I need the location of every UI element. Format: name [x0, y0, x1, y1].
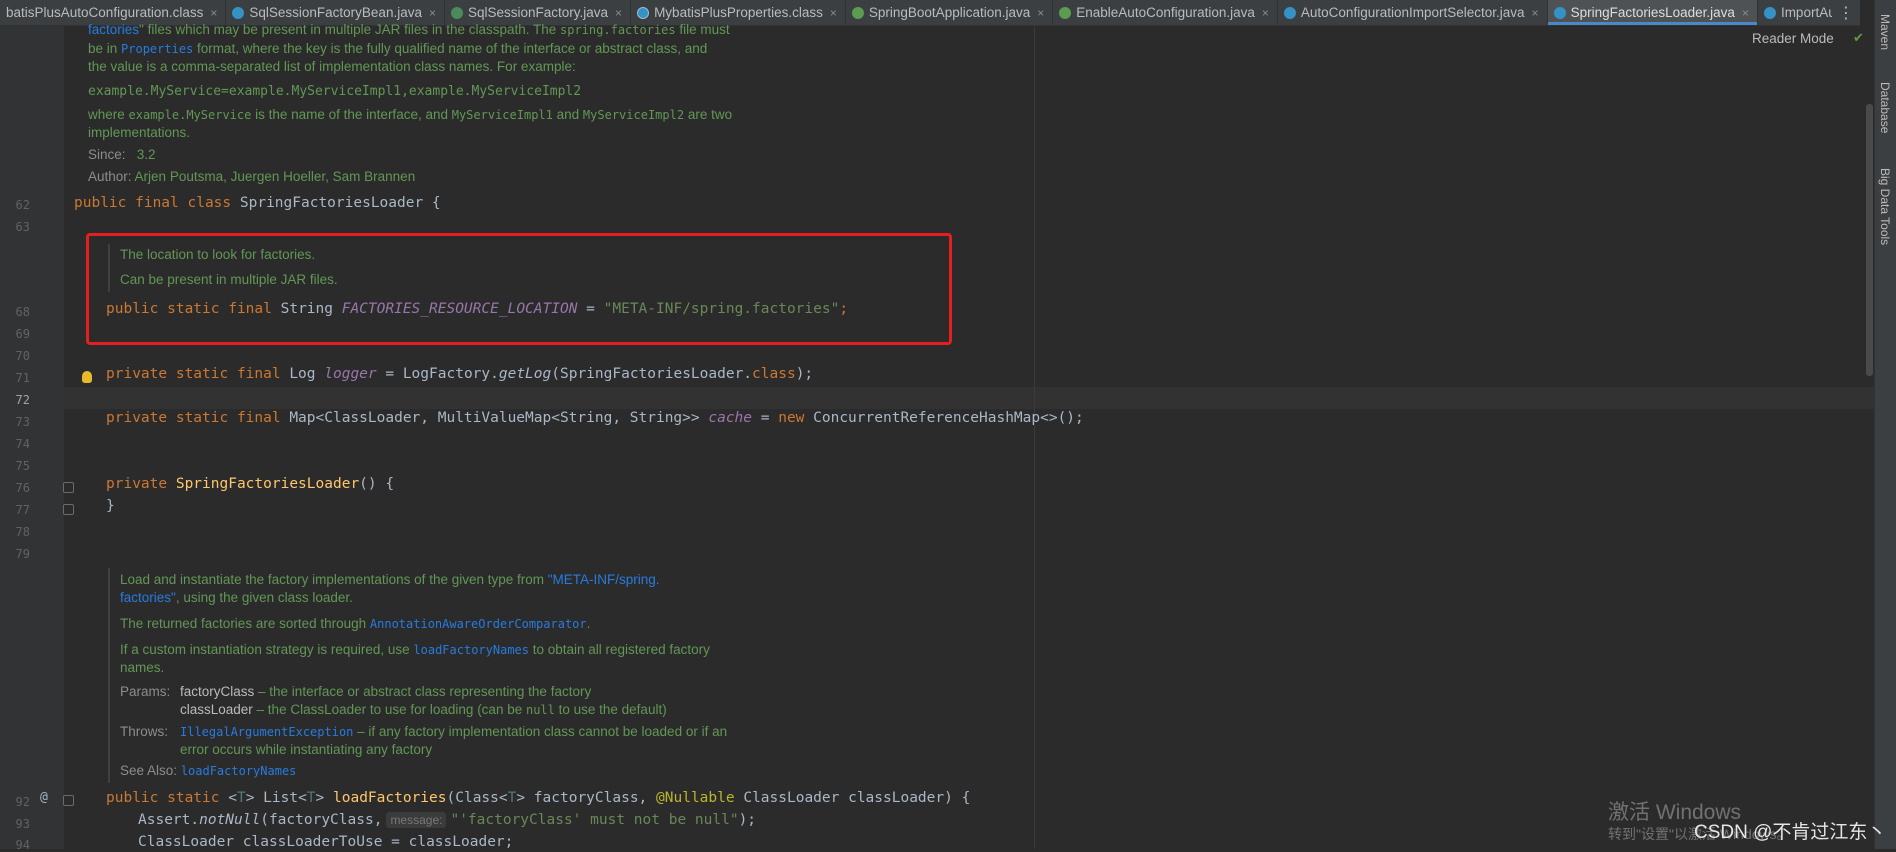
tab-spring-boot-application[interactable]: SpringBootApplication.java × — [846, 0, 1054, 25]
right-margin-guide — [1034, 26, 1035, 849]
tab-label: MybatisPlusProperties.class — [654, 5, 823, 20]
line-number: 92 — [15, 795, 30, 809]
method-doc-line: The returned factories are sorted throug… — [120, 616, 591, 631]
line-number: 63 — [15, 220, 30, 234]
tab-label: SpringFactoriesLoader.java — [1570, 5, 1735, 20]
tab-label: EnableAutoConfiguration.java — [1076, 5, 1255, 20]
class-icon — [232, 6, 245, 19]
method-doc-param: classLoader – the ClassLoader to use for… — [180, 702, 667, 717]
line-number: 79 — [15, 547, 30, 561]
line-number-gutter[interactable]: 62 63 68 69 70 71 72 73 74 75 76 77 78 7… — [0, 26, 64, 852]
line-number: 69 — [15, 327, 30, 341]
code-line-77[interactable]: } — [106, 498, 115, 514]
class-doc-line: where example.MyService is the name of t… — [88, 107, 733, 122]
class-doc-line: factories" files which may be present in… — [88, 22, 730, 37]
code-line-71[interactable]: private static final Log logger = LogFac… — [106, 366, 813, 382]
tab-spring-factories-loader[interactable]: SpringFactoriesLoader.java × — [1547, 0, 1758, 25]
line-number: 94 — [15, 838, 30, 852]
tab-enable-auto-configuration[interactable]: EnableAutoConfiguration.java × — [1053, 0, 1278, 25]
code-line-93[interactable]: Assert.notNull(factoryClass, message: "'fa… — [138, 812, 756, 828]
big-data-tools-button[interactable]: Big Data Tools — [1878, 168, 1892, 245]
line-number: 93 — [15, 817, 30, 831]
line-number: 71 — [15, 371, 30, 385]
csdn-watermark: CSDN @不肯过江东丶 — [1694, 822, 1887, 843]
line-number: 75 — [15, 459, 30, 473]
close-icon[interactable]: × — [615, 6, 622, 20]
class-doc-line: implementations. — [88, 125, 191, 140]
interface-icon — [450, 6, 463, 19]
close-icon[interactable]: × — [429, 6, 436, 20]
close-icon[interactable]: × — [1037, 6, 1044, 20]
tab-auto-configuration-import-selector[interactable]: AutoConfigurationImportSelector.java × — [1278, 0, 1548, 25]
class-doc-example: example.MyService=example.MyServiceImpl1… — [88, 84, 582, 99]
class-doc-line: the value is a comma-separated list of i… — [88, 59, 576, 74]
method-doc-throws-desc: IllegalArgumentException – if any factor… — [180, 724, 728, 739]
line-number: 73 — [15, 415, 30, 429]
highlight-annotation-box — [86, 233, 952, 345]
line-number: 62 — [15, 198, 30, 212]
fold-icon[interactable] — [63, 482, 74, 493]
line-number: 70 — [15, 349, 30, 363]
class-doc-line: be in Properties format, where the key i… — [88, 41, 708, 56]
class-doc-author: Author: Arjen Poutsma, Juergen Hoeller, … — [88, 169, 416, 184]
tab-label: SqlSessionFactory.java — [467, 5, 609, 20]
tab-label: AutoConfigurationImportSelector.java — [1300, 5, 1525, 20]
method-doc-throws: Throws: — [120, 724, 169, 739]
more-tabs-icon[interactable]: ⋮ — [1832, 0, 1860, 25]
right-tool-strip: Maven Database Big Data Tools — [1874, 0, 1896, 849]
close-icon[interactable]: × — [1742, 6, 1749, 20]
close-icon[interactable]: × — [210, 6, 217, 20]
method-doc-throws-desc: error occurs while instantiating any fac… — [180, 742, 433, 757]
line-number: 78 — [15, 525, 30, 539]
method-doc-param: factoryClass – the interface or abstract… — [180, 684, 592, 699]
lightbulb-icon[interactable] — [82, 371, 92, 383]
tab-label: SqlSessionFactoryBean.java — [249, 5, 422, 20]
tab-label: SpringBootApplication.java — [868, 5, 1031, 20]
method-doc-params: Params: — [120, 684, 171, 699]
annotation-icon — [1059, 6, 1072, 19]
close-icon[interactable]: × — [1262, 6, 1269, 20]
overrides-at-icon[interactable]: @ — [40, 790, 48, 805]
class-doc-since: Since: 3.2 — [88, 147, 156, 162]
code-line-62[interactable]: public final class SpringFactoriesLoader… — [74, 195, 441, 211]
line-number: 72 — [15, 393, 30, 407]
line-number: 74 — [15, 437, 30, 451]
maven-tool-button[interactable]: Maven — [1878, 14, 1892, 50]
code-line-94[interactable]: ClassLoader classLoaderToUse = classLoad… — [138, 834, 513, 850]
class-file-icon — [637, 6, 650, 19]
line-number: 77 — [15, 503, 30, 517]
class-icon — [1283, 6, 1296, 19]
annotation-icon — [851, 6, 864, 19]
method-doc-line: Load and instantiate the factory impleme… — [120, 572, 660, 587]
method-doc-line: names. — [120, 660, 165, 675]
reader-mode-toggle[interactable]: Reader Mode — [1752, 31, 1834, 46]
code-line-73[interactable]: private static final Map<ClassLoader, Mu… — [106, 410, 1084, 426]
parameter-hint: message: — [386, 812, 447, 828]
close-icon[interactable]: × — [830, 6, 837, 20]
tab-label: batisPlusAutoConfiguration.class — [6, 5, 204, 20]
class-icon — [1763, 6, 1776, 19]
scrollbar-thumb[interactable] — [1866, 104, 1873, 376]
fold-icon[interactable] — [63, 795, 74, 806]
close-icon[interactable]: × — [1532, 6, 1539, 20]
method-doc-seealso: See Also: loadFactoryNames — [120, 763, 297, 778]
doc-bar — [108, 568, 110, 783]
current-line-highlight — [64, 387, 1874, 409]
code-line-76[interactable]: private SpringFactoriesLoader() { — [106, 476, 394, 492]
class-icon — [1553, 6, 1566, 19]
method-doc-line: factories", using the given class loader… — [120, 590, 353, 605]
line-number: 68 — [15, 305, 30, 319]
method-doc-line: If a custom instantiation strategy is re… — [120, 642, 710, 657]
fold-icon[interactable] — [63, 504, 74, 515]
check-icon: ✔ — [1853, 31, 1864, 46]
database-tool-button[interactable]: Database — [1878, 82, 1892, 133]
line-number: 76 — [15, 481, 30, 495]
code-line-92[interactable]: public static <T> List<T> loadFactories(… — [106, 790, 970, 806]
